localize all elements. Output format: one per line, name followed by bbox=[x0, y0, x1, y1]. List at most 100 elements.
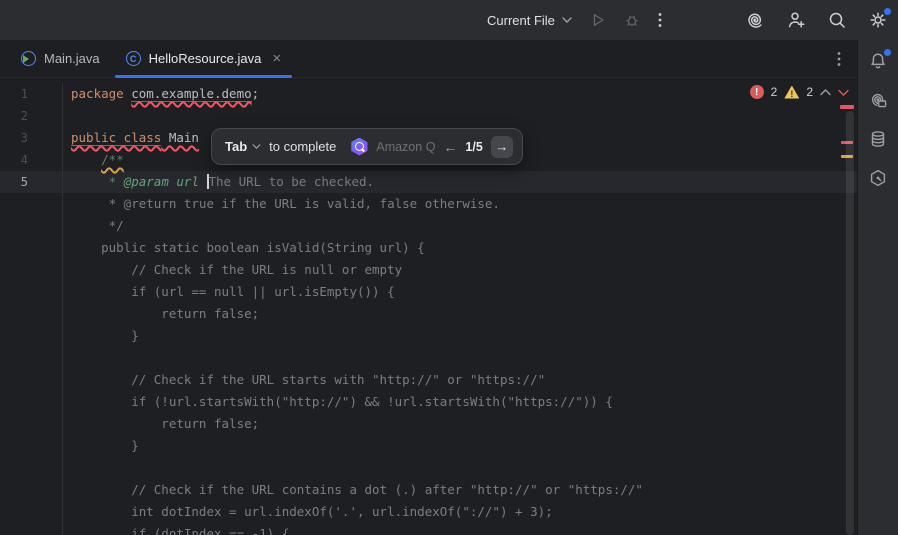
runnable-class-icon bbox=[21, 51, 36, 66]
line-number[interactable] bbox=[0, 523, 63, 535]
search-icon[interactable] bbox=[827, 10, 847, 30]
line-number[interactable] bbox=[0, 369, 63, 391]
code-segment: url bbox=[176, 174, 206, 189]
chevron-down-icon[interactable] bbox=[252, 144, 261, 149]
line-number[interactable] bbox=[0, 457, 63, 479]
line-number[interactable] bbox=[0, 215, 63, 237]
popup-provider-label: Amazon Q bbox=[376, 140, 435, 154]
code-line[interactable]: if (dotIndex == -1) { bbox=[0, 523, 857, 535]
code-segment: ; bbox=[252, 86, 260, 101]
line-number[interactable] bbox=[0, 237, 63, 259]
line-number[interactable] bbox=[0, 391, 63, 413]
ghost-suggestion-text: } bbox=[71, 438, 139, 453]
code-line[interactable]: public static boolean isValid(String url… bbox=[0, 237, 857, 259]
line-number[interactable] bbox=[0, 303, 63, 325]
code-segment: * bbox=[109, 174, 124, 189]
code-line[interactable]: int dotIndex = url.indexOf('.', url.inde… bbox=[0, 501, 857, 523]
code-text: } bbox=[63, 325, 139, 347]
previous-suggestion-arrow-icon[interactable]: ← bbox=[443, 139, 457, 155]
code-line[interactable]: } bbox=[0, 325, 857, 347]
code-line[interactable]: } bbox=[0, 435, 857, 457]
code-line[interactable]: if (url == null || url.isEmpty()) { bbox=[0, 281, 857, 303]
notifications-bell-icon[interactable] bbox=[868, 51, 888, 71]
code-line[interactable]: // Check if the URL contains a dot (.) a… bbox=[0, 479, 857, 501]
code-line[interactable] bbox=[0, 457, 857, 479]
line-number[interactable]: 2 bbox=[0, 105, 63, 127]
code-editor[interactable]: 1package com.example.demo;23public class… bbox=[0, 78, 857, 535]
add-user-icon[interactable] bbox=[786, 10, 806, 30]
previous-problem-chevron-icon[interactable] bbox=[820, 89, 831, 96]
run-configuration-selector[interactable]: Current File bbox=[487, 13, 572, 28]
debug-icon[interactable] bbox=[624, 12, 640, 28]
code-line[interactable]: 1package com.example.demo; bbox=[0, 83, 857, 105]
code-line[interactable]: return false; bbox=[0, 303, 857, 325]
line-number[interactable] bbox=[0, 281, 63, 303]
tab-label: HelloResource.java bbox=[149, 51, 262, 66]
amazon-q-spiral-icon[interactable] bbox=[745, 10, 765, 30]
line-number[interactable] bbox=[0, 259, 63, 281]
code-line[interactable]: // Check if the URL is null or empty bbox=[0, 259, 857, 281]
ghost-suggestion-text: return false; bbox=[71, 416, 259, 431]
code-text: * @param url The URL to be checked. bbox=[63, 171, 374, 193]
popup-action-label: to complete bbox=[269, 139, 336, 154]
dependencies-hexagon-clock-icon[interactable] bbox=[868, 168, 888, 188]
vertical-scrollbar[interactable] bbox=[846, 111, 854, 535]
code-line[interactable]: 5 * @param url The URL to be checked. bbox=[0, 171, 857, 193]
next-suggestion-arrow-button[interactable]: → bbox=[491, 136, 513, 158]
line-number[interactable] bbox=[0, 479, 63, 501]
ghost-suggestion-text: */ bbox=[71, 218, 124, 233]
code-text: if (dotIndex == -1) { bbox=[63, 523, 289, 535]
ghost-suggestion-text: int dotIndex = url.indexOf('.', url.inde… bbox=[71, 504, 553, 519]
code-text: /** bbox=[63, 149, 124, 171]
right-toolbar bbox=[857, 40, 898, 535]
popup-shortcut-label[interactable]: Tab bbox=[225, 139, 247, 154]
settings-gear-wrapper[interactable] bbox=[868, 10, 888, 30]
close-tab-icon[interactable]: × bbox=[272, 51, 281, 66]
code-line[interactable]: return false; bbox=[0, 413, 857, 435]
code-text: public static boolean isValid(String url… bbox=[63, 237, 425, 259]
code-text: // Check if the URL contains a dot (.) a… bbox=[63, 479, 643, 501]
code-text: if (url == null || url.isEmpty()) { bbox=[63, 281, 395, 303]
code-text bbox=[63, 457, 71, 479]
error-icon: ! bbox=[750, 85, 764, 99]
error-stripe-mark[interactable] bbox=[840, 105, 854, 109]
ghost-suggestion-text: The URL to be checked. bbox=[209, 174, 375, 189]
editor-tabbar: Main.java C HelloResource.java × bbox=[0, 40, 857, 78]
ghost-suggestion-text: } bbox=[71, 328, 139, 343]
line-number[interactable]: 1 bbox=[0, 83, 63, 105]
line-number[interactable]: 5 bbox=[0, 171, 63, 193]
line-number[interactable] bbox=[0, 413, 63, 435]
line-number[interactable]: 3 bbox=[0, 127, 63, 149]
tab-helloresource-java[interactable]: C HelloResource.java × bbox=[113, 40, 295, 77]
code-line[interactable] bbox=[0, 347, 857, 369]
settings-notification-dot bbox=[884, 8, 891, 15]
line-number[interactable]: 4 bbox=[0, 149, 63, 171]
next-problem-chevron-icon[interactable] bbox=[838, 89, 849, 96]
code-segment: @param bbox=[124, 174, 177, 189]
editor-column: Main.java C HelloResource.java × 1packag… bbox=[0, 40, 857, 535]
line-number[interactable] bbox=[0, 325, 63, 347]
database-icon[interactable] bbox=[868, 129, 888, 149]
more-options-kebab-icon[interactable] bbox=[658, 12, 662, 28]
line-number[interactable] bbox=[0, 347, 63, 369]
error-count: 2 bbox=[771, 85, 778, 99]
inspections-widget[interactable]: ! 2 ! 2 bbox=[750, 85, 849, 99]
line-number[interactable] bbox=[0, 193, 63, 215]
code-segment: /** bbox=[101, 152, 124, 167]
line-number[interactable] bbox=[0, 435, 63, 457]
tab-main-java[interactable]: Main.java bbox=[8, 40, 113, 77]
suggestion-counter: 1/5 bbox=[465, 140, 482, 154]
code-text: return false; bbox=[63, 413, 259, 435]
amazon-q-chat-icon[interactable] bbox=[868, 90, 888, 110]
code-segment: public class bbox=[71, 130, 161, 146]
code-line[interactable]: * @return true if the URL is valid, fals… bbox=[0, 193, 857, 215]
run-icon[interactable] bbox=[590, 12, 606, 28]
code-text: return false; bbox=[63, 303, 259, 325]
line-number[interactable] bbox=[0, 501, 63, 523]
code-line[interactable]: if (!url.startsWith("http://") && !url.s… bbox=[0, 391, 857, 413]
code-line[interactable]: // Check if the URL starts with "http://… bbox=[0, 369, 857, 391]
code-line[interactable]: 2 bbox=[0, 105, 857, 127]
tabbar-kebab-icon[interactable] bbox=[837, 51, 841, 67]
code-line[interactable]: */ bbox=[0, 215, 857, 237]
code-text: // Check if the URL is null or empty bbox=[63, 259, 402, 281]
